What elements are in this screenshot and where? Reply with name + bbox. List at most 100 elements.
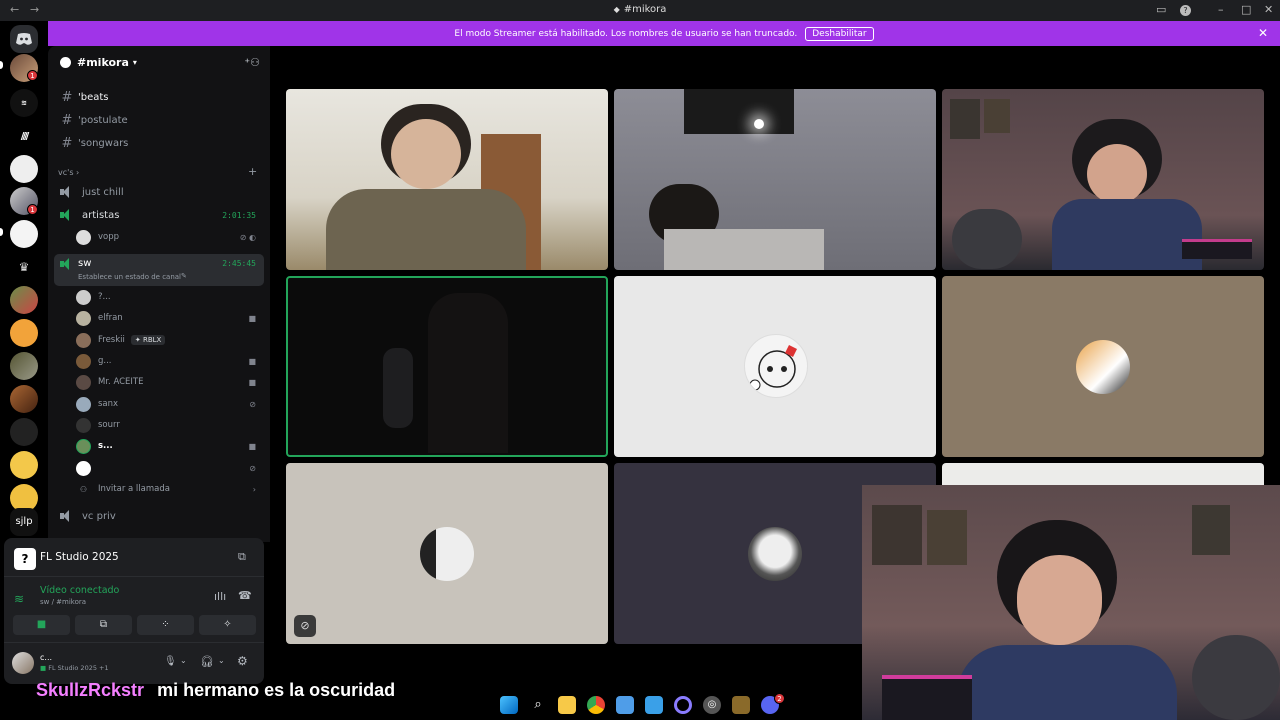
voice-user[interactable]: Mr. ACEITE ■ bbox=[76, 372, 262, 392]
game-tag-label: RBLX bbox=[142, 336, 162, 344]
avatar-tile[interactable]: ⊘ bbox=[286, 463, 608, 644]
user-activity: FL Studio 2025 +1 bbox=[48, 664, 109, 672]
help-icon[interactable]: ? bbox=[1180, 5, 1191, 16]
video-tile[interactable] bbox=[942, 89, 1264, 270]
avatar-speaking bbox=[76, 438, 91, 454]
camera-icon: ■ bbox=[248, 377, 256, 387]
server-icon-sjlp[interactable]: sjlp bbox=[10, 508, 38, 536]
voice-channel-sw[interactable]: sw 2:45:45 Establece un estado de canal … bbox=[54, 254, 264, 286]
edit-pencil-icon[interactable]: ✎ bbox=[181, 272, 187, 280]
share-screen-button[interactable]: ⧉ bbox=[75, 615, 132, 635]
notification-badge: 2 bbox=[774, 693, 785, 704]
invite-people-icon[interactable]: ⁺⚇ bbox=[244, 56, 260, 69]
stream-screen-icon[interactable]: ⧉ bbox=[238, 550, 246, 564]
channel-label: just chill bbox=[82, 186, 124, 198]
video-microphone bbox=[383, 348, 413, 428]
server-icon-6[interactable] bbox=[10, 220, 38, 248]
channel-label: 'postulate bbox=[78, 114, 128, 126]
hash-icon: # bbox=[61, 135, 73, 151]
channel-songwars[interactable]: # 'songwars bbox=[54, 132, 264, 154]
voice-user[interactable]: Freskii ✦ RBLX bbox=[76, 330, 262, 350]
channel-status-text[interactable]: Establece un estado de canal bbox=[78, 273, 181, 281]
inbox-icon[interactable]: ▭ bbox=[1156, 3, 1166, 16]
chevron-down-icon[interactable]: ⌄ bbox=[180, 656, 187, 665]
server-icon-3[interactable]: //// bbox=[10, 122, 38, 150]
chevron-down-icon[interactable]: ⌄ bbox=[218, 656, 225, 665]
microphone-icon[interactable]: 🎙︎ bbox=[164, 656, 177, 667]
chrome-icon[interactable] bbox=[587, 696, 605, 714]
channel-path[interactable]: sw / #mikora bbox=[40, 598, 86, 606]
avatar bbox=[76, 332, 91, 348]
server-icon-11[interactable] bbox=[10, 385, 38, 413]
settings-gear-icon[interactable]: ⚙ bbox=[237, 654, 248, 668]
avatar-tile[interactable] bbox=[942, 276, 1264, 457]
voice-channel-just-chill[interactable]: just chill bbox=[54, 181, 264, 203]
app-ring-icon[interactable] bbox=[674, 696, 692, 714]
close-window-icon[interactable]: ✕ bbox=[1264, 3, 1273, 16]
avatar-tile[interactable] bbox=[614, 276, 936, 457]
avatar bbox=[76, 396, 91, 412]
server-icon-2[interactable]: ≋ bbox=[10, 89, 38, 117]
server-rail: 1 ≋ //// 1 ♛ sjlp bbox=[0, 21, 48, 541]
channel-beats[interactable]: # 'beats bbox=[54, 86, 264, 108]
activities-button[interactable]: ⁘ bbox=[137, 615, 194, 635]
call-timer: 2:01:35 bbox=[222, 210, 256, 220]
headphones-icon[interactable]: 🎧︎ bbox=[200, 655, 214, 668]
obs-icon[interactable]: ◎ bbox=[703, 696, 721, 714]
avatar bbox=[76, 417, 91, 433]
video-tile[interactable] bbox=[614, 89, 936, 270]
avatar bbox=[76, 289, 91, 305]
discord-window: ← → ◆ #mikora ▭ ? – □ ✕ 1 ≋ //// 1 ♛ sjlp bbox=[0, 0, 1280, 720]
server-icon-9[interactable] bbox=[10, 319, 38, 347]
soundboard-button[interactable]: ✧ bbox=[199, 615, 256, 635]
photos-icon[interactable] bbox=[645, 696, 663, 714]
voice-user[interactable]: ⊘ bbox=[76, 458, 262, 478]
add-channel-icon[interactable]: + bbox=[248, 165, 257, 178]
windows-start-icon[interactable] bbox=[500, 696, 518, 714]
video-tile-speaking[interactable] bbox=[286, 276, 608, 457]
server-header[interactable]: #mikora ▾ ⁺⚇ bbox=[48, 46, 270, 78]
facecam-person-face bbox=[1017, 555, 1102, 645]
shield-icon[interactable] bbox=[732, 696, 750, 714]
video-tile[interactable] bbox=[286, 89, 608, 270]
invite-to-call[interactable]: ⚇ Invitar a llamada › bbox=[76, 479, 262, 499]
user-name[interactable]: c... bbox=[40, 653, 52, 662]
avatar bbox=[76, 229, 91, 245]
channel-label: sw bbox=[78, 258, 92, 269]
connection-status[interactable]: Vídeo conectado bbox=[40, 585, 119, 596]
server-icon-7[interactable]: ♛ bbox=[10, 253, 38, 281]
camera-toggle-button[interactable]: ■ bbox=[13, 615, 70, 635]
maximize-icon[interactable]: □ bbox=[1241, 3, 1251, 16]
search-icon[interactable]: ⌕ bbox=[529, 696, 547, 714]
voice-channel-vc-priv[interactable]: vc priv bbox=[54, 505, 264, 527]
banner-close-icon[interactable]: ✕ bbox=[1258, 26, 1268, 40]
server-icon-10[interactable] bbox=[10, 352, 38, 380]
noise-suppression-icon[interactable]: ıllı bbox=[214, 590, 226, 603]
category-vcs[interactable]: vc's › bbox=[58, 168, 79, 177]
disable-streamer-button[interactable]: Deshabilitar bbox=[805, 26, 874, 41]
channel-postulate[interactable]: # 'postulate bbox=[54, 109, 264, 131]
user-name: Freskii bbox=[98, 335, 125, 345]
file-explorer-icon[interactable] bbox=[558, 696, 576, 714]
server-icon-4[interactable] bbox=[10, 155, 38, 183]
server-icon-13[interactable] bbox=[10, 451, 38, 479]
user-activity-wrap: ■ FL Studio 2025 +1 bbox=[40, 664, 109, 672]
user-avatar-large bbox=[744, 334, 808, 398]
discord-home-icon[interactable] bbox=[10, 25, 38, 53]
voice-user[interactable]: vopp ⊘ ◐ bbox=[76, 227, 262, 247]
disconnect-icon[interactable]: ☎ bbox=[238, 589, 252, 602]
voice-user[interactable]: elfran ■ bbox=[76, 308, 262, 328]
voice-user[interactable]: s... ■ bbox=[76, 436, 262, 456]
voice-user[interactable]: g... ■ bbox=[76, 351, 262, 371]
user-avatar[interactable] bbox=[12, 652, 34, 674]
voice-user[interactable]: sanx ⊘ bbox=[76, 394, 262, 414]
voice-user[interactable]: ?... bbox=[76, 287, 262, 307]
minimize-icon[interactable]: – bbox=[1218, 3, 1224, 16]
facecam-poster bbox=[927, 510, 967, 565]
facecam-microphone bbox=[1192, 635, 1280, 720]
server-icon-12[interactable] bbox=[10, 418, 38, 446]
voice-user[interactable]: sourr bbox=[76, 415, 262, 435]
notepad-icon[interactable] bbox=[616, 696, 634, 714]
server-icon-8[interactable] bbox=[10, 286, 38, 314]
voice-channel-artistas[interactable]: artistas 2:01:35 bbox=[54, 204, 264, 226]
